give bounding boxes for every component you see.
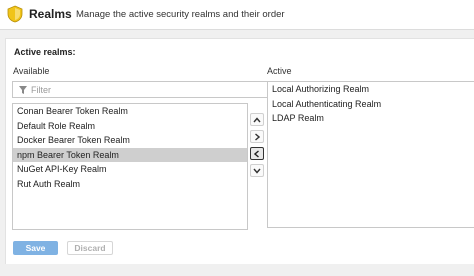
list-item-selected[interactable]: npm Bearer Token Realm <box>13 147 247 163</box>
chevron-left-icon <box>254 149 259 158</box>
page-subtitle: Manage the active security realms and th… <box>76 9 285 20</box>
realms-panel: Active realms: Available Active Filter C… <box>5 38 474 264</box>
section-title: Active realms: <box>14 47 76 57</box>
chevron-down-icon <box>253 168 261 174</box>
list-item[interactable]: Default Role Realm <box>13 119 247 134</box>
list-item[interactable]: Local Authorizing Realm <box>268 82 474 97</box>
available-label: Available <box>13 66 50 76</box>
move-down-button[interactable] <box>250 164 264 177</box>
move-to-available-button[interactable] <box>250 147 264 160</box>
save-button[interactable]: Save <box>13 241 58 255</box>
list-item[interactable]: Rut Auth Realm <box>13 177 247 192</box>
list-item[interactable]: Local Authenticating Realm <box>268 97 474 112</box>
chevron-up-icon <box>253 116 261 122</box>
filter-input[interactable]: Filter <box>12 81 274 98</box>
discard-button[interactable]: Discard <box>67 241 113 255</box>
list-item[interactable]: Docker Bearer Token Realm <box>13 133 247 148</box>
page-title: Realms <box>29 7 72 21</box>
list-item[interactable]: NuGet API-Key Realm <box>13 162 247 177</box>
list-item[interactable]: LDAP Realm <box>268 111 474 126</box>
page-header: Realms Manage the active security realms… <box>0 0 474 30</box>
filter-placeholder: Filter <box>31 85 51 95</box>
active-label: Active <box>267 66 292 76</box>
move-up-button[interactable] <box>250 113 264 126</box>
chevron-right-icon <box>255 132 260 141</box>
available-list[interactable]: Conan Bearer Token Realm Default Role Re… <box>12 103 248 230</box>
move-to-active-button[interactable] <box>250 130 264 143</box>
filter-icon <box>19 86 27 94</box>
shield-icon <box>7 5 23 23</box>
list-item[interactable]: Conan Bearer Token Realm <box>13 104 247 119</box>
active-list[interactable]: Local Authorizing Realm Local Authentica… <box>267 81 474 228</box>
